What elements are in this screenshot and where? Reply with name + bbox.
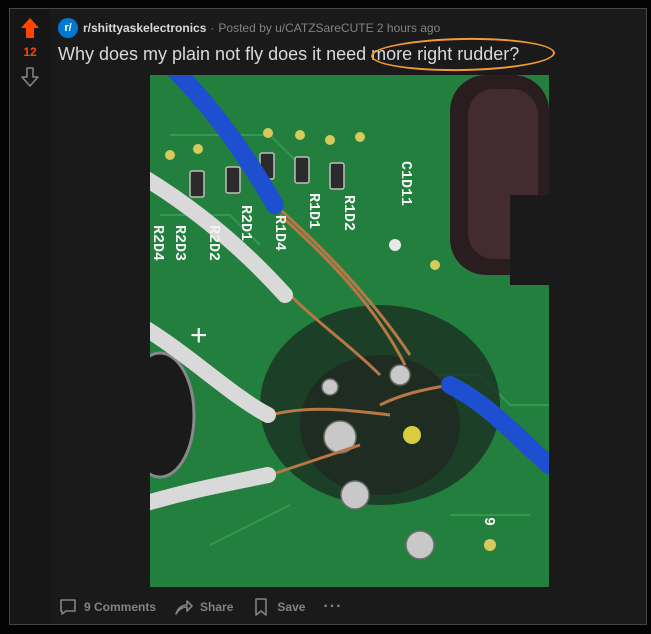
save-label: Save xyxy=(277,600,306,614)
annotation-oval xyxy=(370,36,556,73)
more-options-button[interactable]: ··· xyxy=(323,598,342,616)
board-label: R2D1 xyxy=(237,205,254,241)
board-label: R1D1 xyxy=(305,193,322,229)
post-card[interactable]: 12 r/ r/shittyaskelectronics · Posted by… xyxy=(9,8,647,625)
board-label: R2D4 xyxy=(150,225,166,261)
board-label: C1D11 xyxy=(397,161,414,206)
subreddit-link[interactable]: r/shittyaskelectronics xyxy=(83,21,206,35)
post-meta: r/ r/shittyaskelectronics · Posted by u/… xyxy=(58,18,440,38)
bookmark-icon xyxy=(255,598,268,616)
save-button[interactable]: Save xyxy=(251,597,305,617)
share-button[interactable]: Share xyxy=(174,597,233,617)
board-label: R1D4 xyxy=(271,215,288,251)
more-options-icon: ··· xyxy=(323,598,343,615)
comments-label: 9 Comments xyxy=(84,600,157,614)
board-plus-mark: + xyxy=(190,319,208,352)
electrolytic-capacitor xyxy=(450,75,549,285)
yellow-blob xyxy=(403,426,421,444)
comment-icon xyxy=(60,599,76,615)
share-label: Share xyxy=(200,600,234,614)
meta-separator: · xyxy=(210,21,215,35)
downvote-arrow-icon[interactable] xyxy=(21,67,39,87)
posted-by[interactable]: Posted by u/CATZSareCUTE 2 hours ago xyxy=(218,21,440,35)
vote-score: 12 xyxy=(23,45,37,59)
board-label: 9 xyxy=(480,517,497,526)
upvote-arrow-icon[interactable] xyxy=(20,17,40,39)
subreddit-icon[interactable]: r/ xyxy=(58,18,78,38)
vote-column: 12 xyxy=(10,9,50,624)
share-icon xyxy=(175,600,193,615)
post-actions: 9 Comments Share Save ··· xyxy=(58,596,360,618)
comments-button[interactable]: 9 Comments xyxy=(58,597,156,617)
post-image[interactable]: C1D11 R1D2 R1D1 R1D4 R2D1 R2D2 R2D3 R2D4… xyxy=(150,75,549,587)
board-label: R2D2 xyxy=(205,225,222,261)
board-label: R2D3 xyxy=(171,225,188,261)
board-label: R1D2 xyxy=(340,195,357,231)
